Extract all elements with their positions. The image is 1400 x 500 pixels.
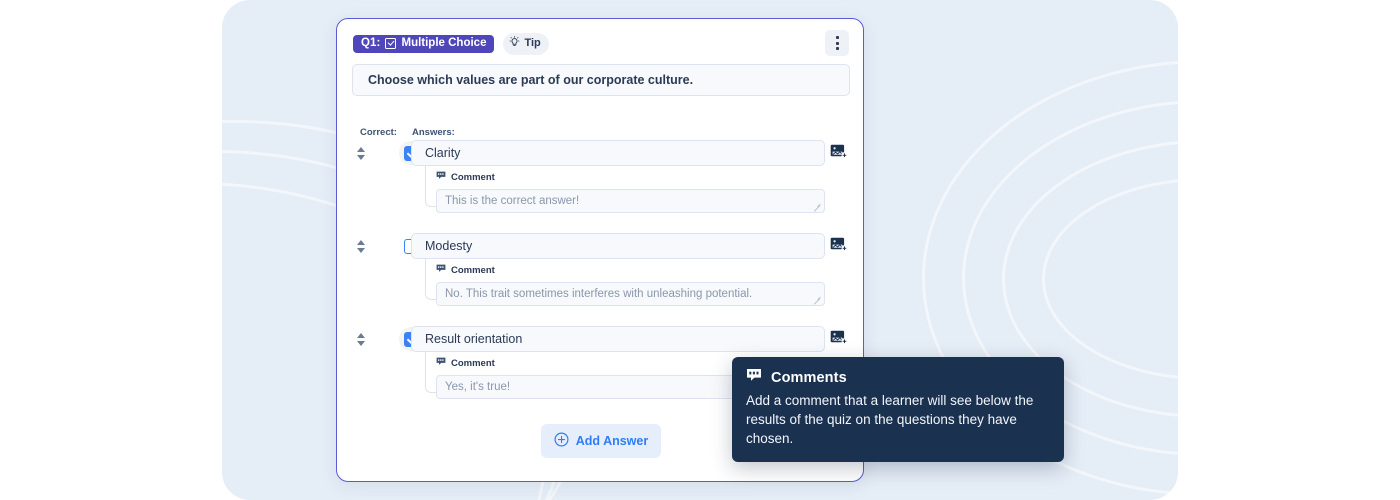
tip-badge[interactable]: Tip <box>503 33 549 55</box>
checkbox-checked-icon <box>385 38 397 49</box>
resize-grip-icon <box>814 296 821 303</box>
add-answer-button[interactable]: Add Answer <box>541 424 661 458</box>
comment-label: Comment <box>436 264 495 276</box>
tooltip-body: Add a comment that a learner will see be… <box>746 393 1034 446</box>
comment-bubble-icon <box>746 368 762 388</box>
drag-arrow-down <box>357 154 365 160</box>
comment-label-text: Comment <box>451 264 495 276</box>
correct-column-label: Correct: <box>360 127 397 138</box>
drag-arrow-up <box>357 239 365 245</box>
comment-textarea[interactable]: No. This trait sometimes interferes with… <box>436 282 825 306</box>
tooltip-header: Comments <box>746 368 1050 388</box>
comment-placeholder-text: No. This trait sometimes interferes with… <box>445 288 753 300</box>
comments-tooltip: Comments Add a comment that a learner wi… <box>732 357 1064 462</box>
kebab-dot <box>835 47 839 50</box>
drag-reorder-icon[interactable] <box>355 144 367 162</box>
drag-arrow-down <box>357 340 365 346</box>
comment-bubble-icon <box>436 171 446 183</box>
answer-text-input[interactable]: Clarity <box>411 140 825 166</box>
add-image-icon[interactable] <box>830 144 848 161</box>
tooltip-title: Comments <box>771 370 847 386</box>
question-number-label: Q1: <box>361 36 381 49</box>
comment-label-text: Comment <box>451 357 495 369</box>
comment-textarea[interactable]: This is the correct answer! <box>436 189 825 213</box>
drag-reorder-icon[interactable] <box>355 237 367 255</box>
comment-bubble-icon <box>436 264 446 276</box>
tip-label: Tip <box>524 37 541 49</box>
question-text-input[interactable]: Choose which values are part of our corp… <box>352 64 850 96</box>
add-image-icon[interactable] <box>830 330 848 347</box>
card-header: Q1: Multiple Choice Tip <box>353 30 849 56</box>
answer-text-input[interactable]: Modesty <box>411 233 825 259</box>
comment-placeholder-text: Yes, it's true! <box>445 381 511 393</box>
kebab-dot <box>835 36 839 39</box>
comment-placeholder-text: This is the correct answer! <box>445 195 580 207</box>
add-image-icon[interactable] <box>830 237 848 254</box>
comment-label: Comment <box>436 171 495 183</box>
drag-arrow-up <box>357 146 365 152</box>
question-type-badge[interactable]: Q1: Multiple Choice <box>353 34 495 54</box>
comment-label: Comment <box>436 357 495 369</box>
lightbulb-icon <box>509 36 520 51</box>
resize-grip-icon <box>814 203 821 210</box>
drag-arrow-down <box>357 247 365 253</box>
drag-reorder-icon[interactable] <box>355 330 367 348</box>
answer-text-input[interactable]: Result orientation <box>411 326 825 352</box>
comment-label-text: Comment <box>451 171 495 183</box>
drag-arrow-up <box>357 332 365 338</box>
plus-circle-icon <box>554 432 569 450</box>
answer-column-labels: Correct: Answers: <box>337 127 863 141</box>
kebab-dot <box>835 41 839 45</box>
comment-bubble-icon <box>436 357 446 369</box>
add-answer-label: Add Answer <box>575 434 649 448</box>
kebab-menu-icon[interactable] <box>825 30 849 56</box>
question-type-label: Multiple Choice <box>401 36 487 49</box>
answers-column-label: Answers: <box>412 127 455 138</box>
